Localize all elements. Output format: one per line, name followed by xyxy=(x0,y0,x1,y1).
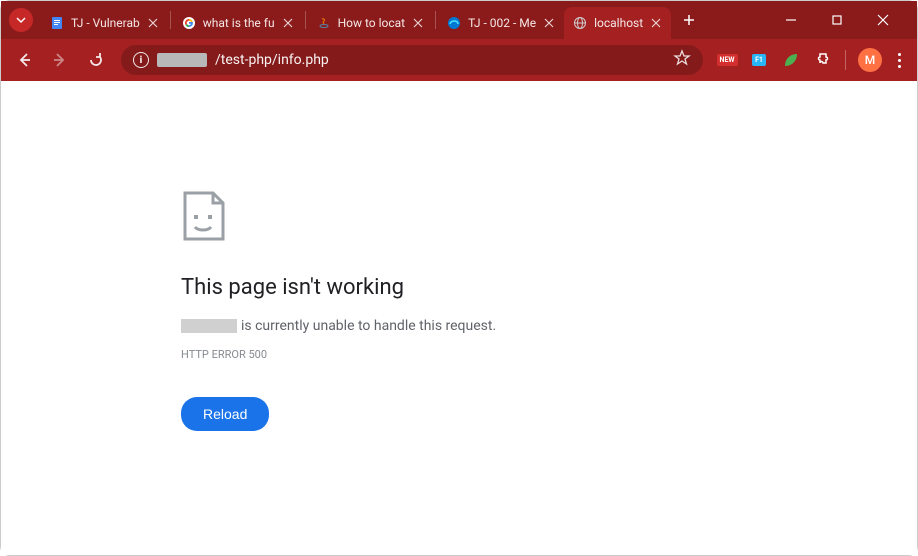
tab-localhost[interactable]: localhost xyxy=(564,7,671,39)
tab-separator xyxy=(435,11,436,29)
reload-page-button[interactable]: Reload xyxy=(181,397,269,431)
tab-tj-vulnerab[interactable]: TJ - Vulnerab xyxy=(41,7,168,39)
window-controls xyxy=(777,6,909,34)
close-icon xyxy=(877,14,889,26)
error-host-redacted xyxy=(181,319,237,333)
close-icon xyxy=(283,18,293,28)
tab-close-button[interactable] xyxy=(649,16,663,30)
extensions-area: NEW F1 M xyxy=(717,48,905,72)
leaf-icon xyxy=(782,51,800,69)
puzzle-icon xyxy=(814,51,832,69)
tab-separator xyxy=(170,11,171,29)
extension-new-icon[interactable]: NEW xyxy=(717,50,737,70)
reload-button[interactable] xyxy=(85,49,107,71)
tab-close-button[interactable] xyxy=(542,16,556,30)
tab-label: TJ - 002 - Me xyxy=(468,16,536,30)
tab-strip: TJ - Vulnerab what is the fu How to loca… xyxy=(1,1,917,39)
globe-icon xyxy=(572,15,588,31)
error-message-text: is currently unable to handle this reque… xyxy=(241,318,496,334)
url-host-redacted xyxy=(157,53,207,67)
minimize-button[interactable] xyxy=(777,6,805,34)
address-bar[interactable]: i /test-php/info.php xyxy=(121,45,703,75)
tab-separator xyxy=(305,11,306,29)
bookmark-button[interactable] xyxy=(673,49,691,71)
edge-icon xyxy=(446,15,462,31)
maximize-button[interactable] xyxy=(823,6,851,34)
star-icon xyxy=(673,49,691,67)
plus-icon xyxy=(682,13,696,27)
new-tab-button[interactable] xyxy=(675,6,703,34)
tab-close-button[interactable] xyxy=(411,16,425,30)
tab-close-button[interactable] xyxy=(146,16,160,30)
close-icon xyxy=(148,18,158,28)
profile-chevron-button[interactable] xyxy=(9,8,33,32)
error-message: is currently unable to handle this reque… xyxy=(181,318,917,334)
extension-f1-icon[interactable]: F1 xyxy=(749,50,769,70)
avatar-initial: M xyxy=(865,53,876,67)
extension-leaf-icon[interactable] xyxy=(781,50,801,70)
tab-label: what is the fu xyxy=(203,16,275,30)
arrow-right-icon xyxy=(51,51,69,69)
tab-label: localhost xyxy=(594,16,643,30)
close-icon xyxy=(651,18,661,28)
error-title: This page isn't working xyxy=(181,275,917,300)
error-code: HTTP ERROR 500 xyxy=(181,348,917,361)
arrow-left-icon xyxy=(15,51,33,69)
tab-close-button[interactable] xyxy=(281,16,295,30)
window-close-button[interactable] xyxy=(869,6,897,34)
tab-tj-002[interactable]: TJ - 002 - Me xyxy=(438,7,564,39)
browser-menu-button[interactable] xyxy=(894,49,905,72)
reload-icon xyxy=(87,51,105,69)
minimize-icon xyxy=(785,14,797,26)
tab-how-to-locat[interactable]: How to locat xyxy=(308,7,434,39)
google-icon xyxy=(181,15,197,31)
forward-button[interactable] xyxy=(49,49,71,71)
site-info-icon[interactable]: i xyxy=(133,52,149,68)
separator xyxy=(845,50,846,70)
tab-label: How to locat xyxy=(338,16,406,30)
tab-what-is[interactable]: what is the fu xyxy=(173,7,303,39)
back-button[interactable] xyxy=(13,49,35,71)
close-icon xyxy=(413,18,423,28)
toolbar: i /test-php/info.php NEW F1 M xyxy=(1,39,917,81)
page-content: This page isn't working is currently una… xyxy=(1,81,917,555)
java-icon xyxy=(316,15,332,31)
tab-label: TJ - Vulnerab xyxy=(71,16,140,30)
close-icon xyxy=(544,18,554,28)
google-docs-icon xyxy=(49,15,65,31)
extensions-menu-button[interactable] xyxy=(813,50,833,70)
profile-avatar[interactable]: M xyxy=(858,48,882,72)
url-path: /test-php/info.php xyxy=(215,52,329,68)
sad-document-icon xyxy=(181,191,917,247)
chevron-down-icon xyxy=(15,14,27,26)
maximize-icon xyxy=(831,14,843,26)
